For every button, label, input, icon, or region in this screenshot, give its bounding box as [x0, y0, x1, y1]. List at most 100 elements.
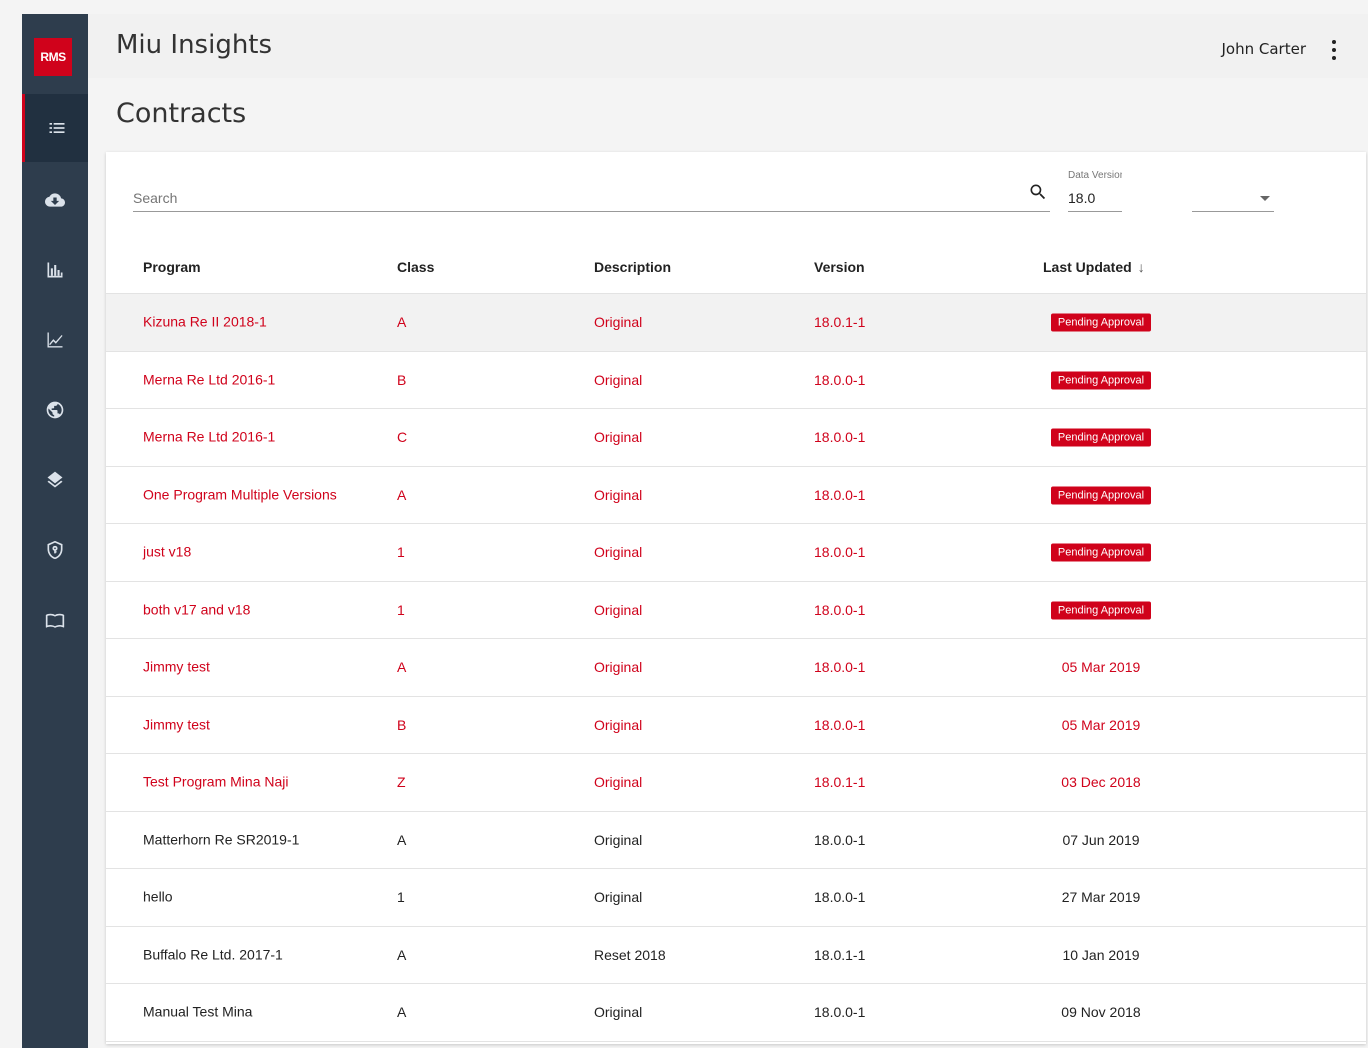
search-icon[interactable] [1028, 182, 1048, 202]
sidebar-item-security[interactable] [22, 516, 88, 584]
table-row[interactable]: Kizuna Re II 2018-1 A Original 18.0.1-1 Pend… [106, 294, 1366, 352]
cell-description: Reset 2018 [594, 946, 666, 963]
status-badge: Pending Approval [1050, 371, 1152, 390]
cell-last-updated: Pending Approval [1043, 313, 1159, 332]
cell-class: A [397, 946, 407, 963]
layers-icon [47, 471, 63, 488]
cell-class: 1 [397, 601, 405, 618]
globe-icon [46, 401, 64, 419]
cell-program: Merna Re Ltd 2016-1 [143, 428, 276, 445]
rms-logo[interactable]: RMS [34, 38, 72, 76]
cell-description: Original [594, 659, 643, 676]
column-header-last-updated[interactable]: Last Updated ↓ [1043, 259, 1145, 275]
sidebar-item-contracts[interactable] [22, 94, 88, 162]
status-badge: Pending Approval [1050, 428, 1152, 447]
table-row[interactable]: Jimmy test B Original 18.0.0-1 05 Mar 2019 [106, 697, 1366, 754]
cell-class: 1 [397, 889, 405, 906]
search-field [133, 178, 1050, 212]
cell-last-updated: Pending Approval [1043, 428, 1159, 447]
column-header-class[interactable]: Class [397, 259, 434, 275]
cell-program: just v18 [143, 543, 192, 560]
cell-class: B [397, 716, 407, 733]
cell-last-updated: Pending Approval [1043, 543, 1159, 562]
cell-class: 1 [397, 544, 405, 561]
cell-version: 18.0.1-1 [814, 774, 866, 791]
cell-last-updated: 05 Mar 2019 [1061, 716, 1141, 733]
shield-icon [47, 540, 63, 560]
cell-program: Buffalo Re Ltd. 2017-1 [143, 946, 283, 963]
cell-description: Original [594, 486, 643, 503]
table-row[interactable]: Merna Re Ltd 2016-1 C Original 18.0.0-1 Pend… [106, 409, 1366, 467]
sidebar-item-globe[interactable] [22, 376, 88, 444]
table-row[interactable]: Buffalo Re Ltd. 2017-1 A Reset 2018 18.0.1-… [106, 927, 1366, 984]
table-row[interactable]: Manual Test Mina A Original 18.0.0-1 09 Nov … [106, 984, 1366, 1042]
cell-program: Manual Test Mina [143, 1003, 253, 1020]
table-row[interactable]: Matterhorn Re SR2019-1 A Original 18.0.0-1 0… [106, 812, 1366, 869]
cell-version: 18.0.0-1 [814, 544, 866, 561]
cell-version: 18.0.0-1 [814, 1004, 866, 1021]
user-name[interactable]: John Carter [1222, 40, 1307, 58]
cell-class: Z [397, 774, 406, 791]
cell-description: Original [594, 544, 643, 561]
table-row[interactable]: Jimmy test A Original 18.0.0-1 05 Mar 2019 [106, 639, 1366, 697]
cell-program: Kizuna Re II 2018-1 [143, 313, 267, 330]
sidebar-item-upload[interactable] [22, 166, 88, 234]
cell-version: 18.0.0-1 [814, 486, 866, 503]
main-content: Contracts Data Version 18.0 Program Clas… [88, 78, 1368, 1048]
cell-description: Original [594, 889, 643, 906]
cell-class: A [397, 486, 407, 503]
cell-last-updated: Pending Approval [1043, 370, 1159, 390]
cell-description: Original [594, 601, 643, 618]
cell-class: A [397, 831, 407, 848]
app-title: Miu Insights [116, 30, 273, 60]
cell-version: 18.0.1-1 [814, 946, 866, 963]
data-version-label: Data Version [1068, 170, 1122, 181]
cell-last-updated: 10 Jan 2019 [1062, 946, 1140, 963]
cell-program: Merna Re Ltd 2016-1 [143, 371, 276, 388]
table-row[interactable]: just v18 1 Original 18.0.0-1 Pending Approva… [106, 524, 1366, 582]
cell-description: Original [594, 1004, 643, 1021]
sidebar-item-line-chart[interactable] [22, 306, 88, 374]
cell-program: Jimmy test [143, 716, 210, 733]
cell-last-updated: Pending Approval [1043, 485, 1159, 505]
search-input[interactable] [133, 188, 1013, 208]
cell-program: Jimmy test [143, 658, 210, 675]
more-menu-icon[interactable] [1328, 38, 1340, 62]
cell-version: 18.0.0-1 [814, 889, 866, 906]
column-header-description[interactable]: Description [594, 259, 671, 275]
status-badge: Pending Approval [1050, 313, 1152, 332]
table-row[interactable]: Test Program Mina Naji Z Original 18.0.1-1 0… [106, 754, 1366, 812]
cell-class: C [397, 429, 408, 446]
table-row[interactable]: both v17 and v18 1 Original 18.0.0-1 Pending… [106, 582, 1366, 639]
list-icon [49, 123, 64, 133]
status-badge: Pending Approval [1050, 601, 1152, 620]
sort-arrow-icon: ↓ [1137, 259, 1145, 275]
sidebar-item-docs[interactable] [22, 586, 88, 654]
column-header-version[interactable]: Version [814, 259, 865, 275]
sidebar-item-bar-chart[interactable] [22, 236, 88, 304]
cell-description: Original [594, 831, 643, 848]
cell-version: 18.0.0-1 [814, 371, 866, 388]
cell-class: A [397, 659, 407, 676]
table-row[interactable]: One Program Multiple Versions A Original 18… [106, 467, 1366, 524]
table-row[interactable]: Merna Re Ltd 2016-1 B Original 18.0.0-1 Pend… [106, 352, 1366, 409]
status-badge: Pending Approval [1050, 543, 1152, 562]
cell-description: Original [594, 429, 643, 446]
column-header-program[interactable]: Program [143, 259, 201, 275]
cell-version: 18.0.0-1 [814, 429, 866, 446]
cell-last-updated: 09 Nov 2018 [1061, 1004, 1141, 1021]
cell-class: A [397, 1004, 407, 1021]
cell-class: A [397, 314, 407, 331]
sidebar-item-layers[interactable] [22, 446, 88, 514]
contracts-card: Data Version 18.0 Program Class Descript… [106, 152, 1366, 1044]
cell-program: One Program Multiple Versions [143, 486, 337, 503]
dropdown-caret-icon [1260, 196, 1270, 201]
cell-version: 18.0.1-1 [814, 314, 866, 331]
table-body: Kizuna Re II 2018-1 A Original 18.0.1-1 Pend… [106, 294, 1366, 1042]
cell-last-updated: 07 Jun 2019 [1062, 831, 1140, 848]
bar-chart-icon [47, 262, 63, 278]
table-row[interactable]: hello 1 Original 18.0.0-1 27 Mar 2019 [106, 869, 1366, 927]
cell-version: 18.0.0-1 [814, 659, 866, 676]
data-version-select[interactable]: 18.0 [1068, 162, 1274, 222]
status-badge: Pending Approval [1050, 486, 1152, 505]
